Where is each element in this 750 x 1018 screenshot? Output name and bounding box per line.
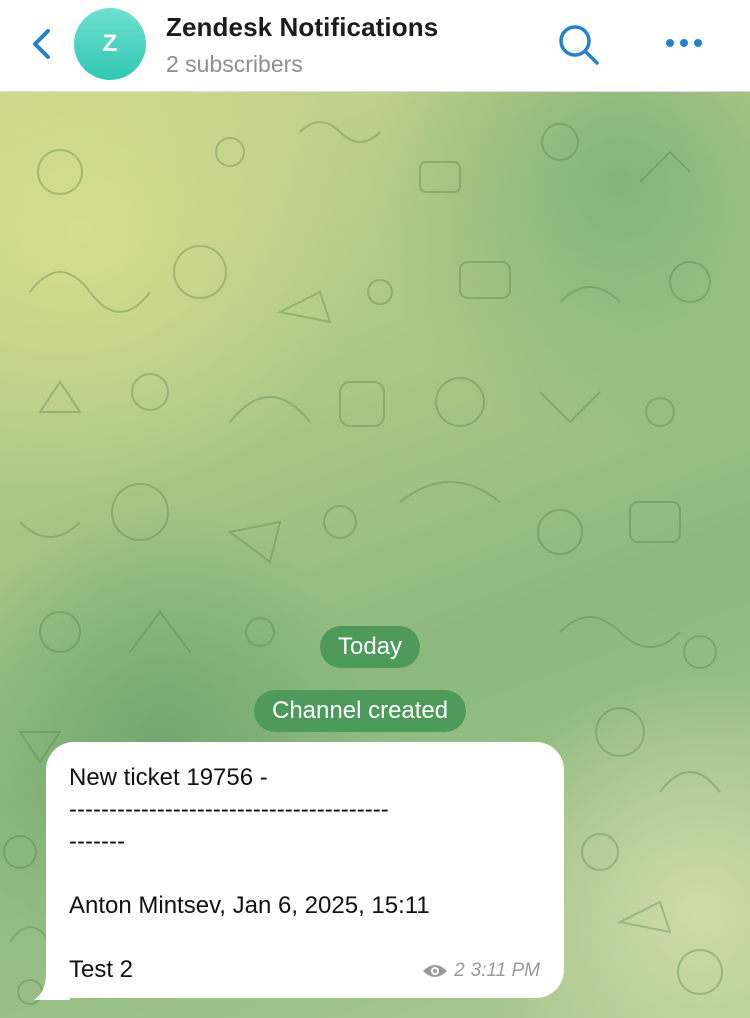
search-icon[interactable]	[554, 20, 604, 70]
message-line: Anton Mintsev, Jan 6, 2025, 15:11	[69, 892, 430, 919]
message-meta: 2 3:11 PM	[422, 960, 540, 982]
message-line: ----------------------------------------	[69, 796, 389, 823]
chevron-left-icon[interactable]	[28, 26, 58, 66]
avatar[interactable]: Z	[74, 8, 146, 80]
date-pill: Today	[320, 626, 421, 668]
subscriber-count: 2 subscribers	[166, 51, 303, 77]
message-line: -------	[69, 828, 125, 855]
eye-icon	[423, 965, 448, 977]
message-bubble[interactable]: New ticket 19756 - ---------------------…	[46, 742, 564, 998]
more-horizontal-icon[interactable]	[660, 28, 708, 58]
message-line: New ticket 19756 -	[69, 764, 268, 791]
avatar-letter: Z	[102, 30, 118, 57]
message-time: 3:11 PM	[470, 960, 540, 981]
view-count: 2	[454, 960, 465, 981]
chat-area[interactable]: Today Channel created New ticket 19756 -…	[0, 92, 750, 1018]
channel-title[interactable]: Zendesk Notifications	[166, 12, 438, 43]
chat-header: Z Zendesk Notifications 2 subscribers	[0, 0, 750, 92]
service-message: Channel created	[254, 690, 467, 732]
